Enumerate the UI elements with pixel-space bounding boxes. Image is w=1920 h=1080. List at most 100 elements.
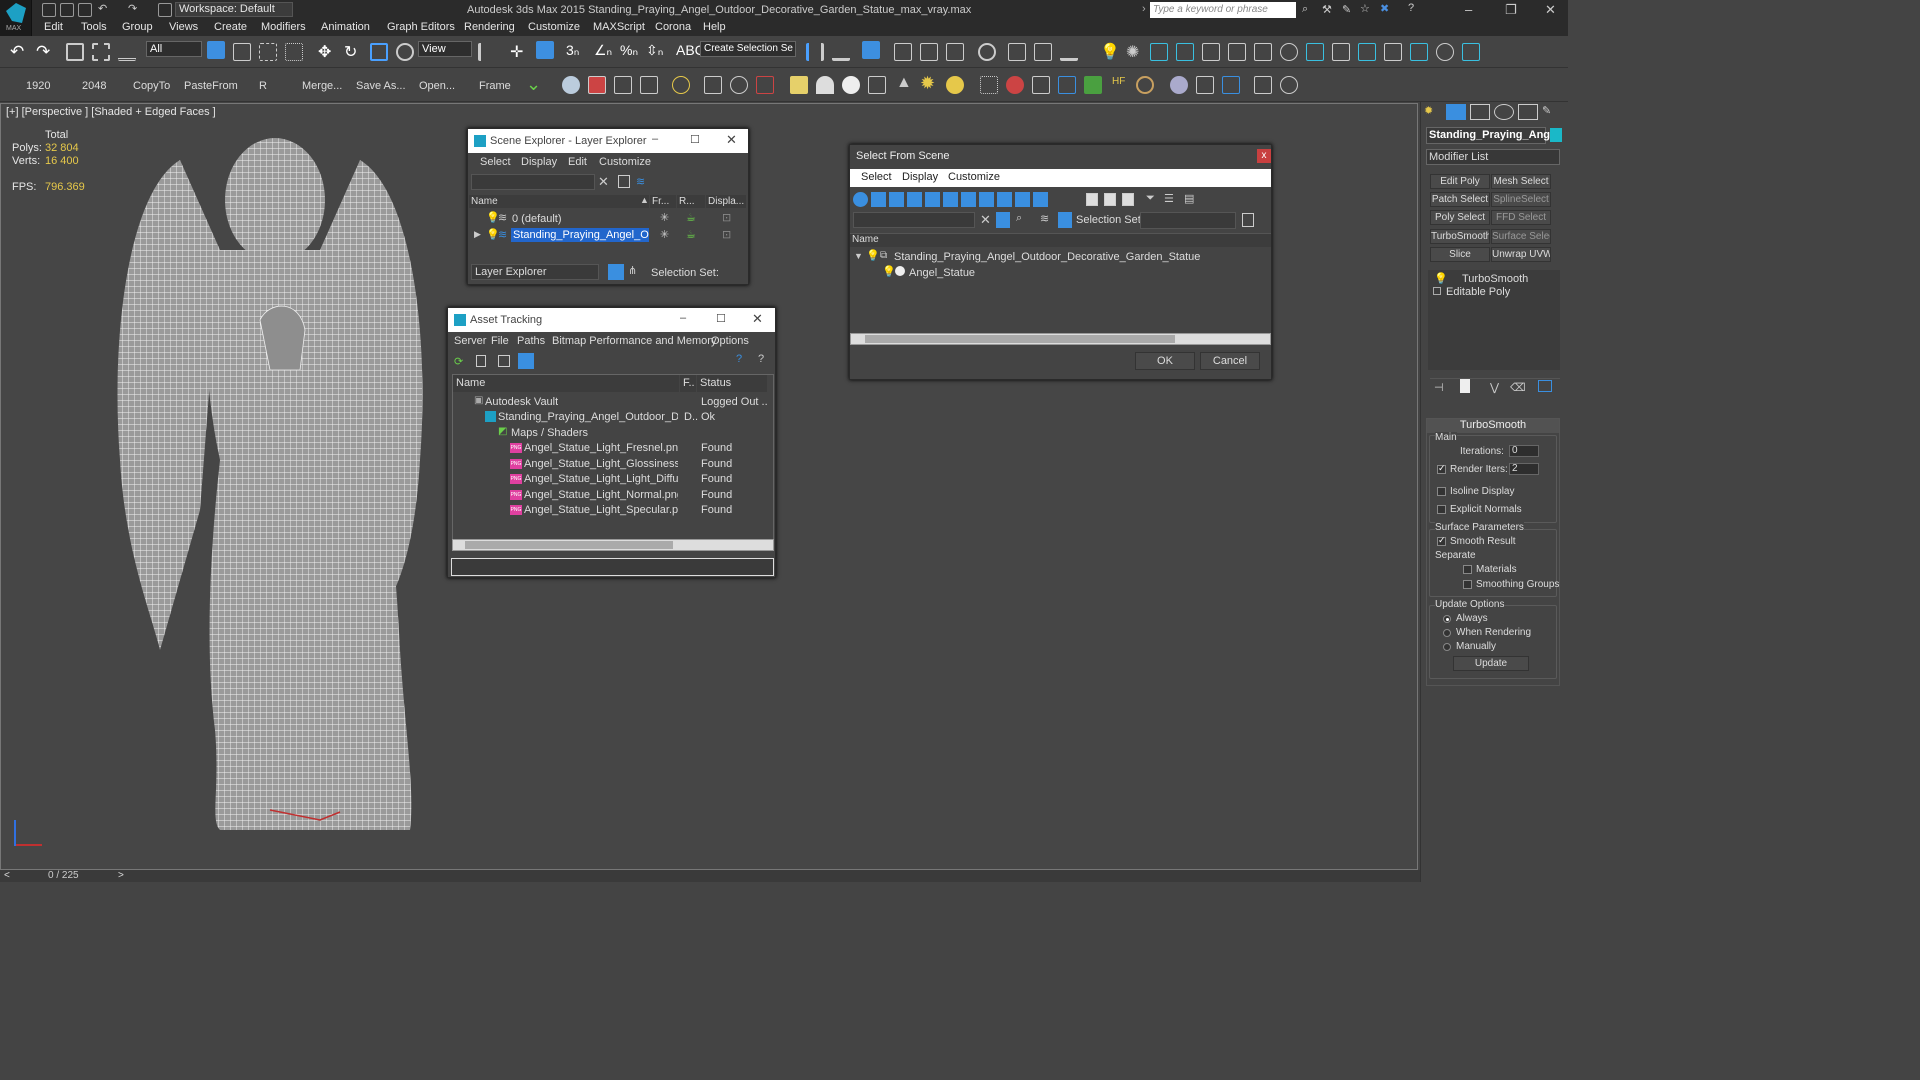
- frame-buffer-icon[interactable]: [1202, 43, 1220, 61]
- timeline-right-arrow[interactable]: >: [118, 870, 124, 881]
- mirror-icon[interactable]: [806, 43, 824, 61]
- fur-icon[interactable]: [1254, 43, 1272, 61]
- at-close-icon[interactable]: ✕: [752, 311, 763, 327]
- sfs-sort-icon[interactable]: ☰: [1164, 192, 1174, 205]
- merge-button[interactable]: Merge...: [302, 80, 342, 92]
- at-row-normal[interactable]: Angel_Statue_Light_Normal.png: [524, 489, 678, 501]
- sfs-row-angel-statue[interactable]: Angel_Statue: [909, 267, 975, 279]
- plane-light-icon[interactable]: [790, 76, 808, 94]
- fan-icon[interactable]: [704, 76, 722, 94]
- dome-light-icon[interactable]: [816, 76, 834, 94]
- expand-plus-icon[interactable]: [1433, 287, 1441, 295]
- new-file-icon[interactable]: [42, 3, 56, 17]
- ok-button[interactable]: OK: [1135, 352, 1195, 370]
- remove-modifier-icon[interactable]: ⌫: [1510, 381, 1526, 394]
- se-menu-customize[interactable]: Customize: [599, 156, 651, 168]
- se-row2-display-icon[interactable]: ⊡: [722, 228, 731, 241]
- iterations-spinner[interactable]: 0: [1509, 445, 1539, 457]
- se-minimize-icon[interactable]: –: [652, 133, 658, 145]
- align-icon[interactable]: [832, 43, 850, 61]
- open-file-icon[interactable]: [60, 3, 74, 17]
- when-rendering-radio[interactable]: [1443, 629, 1451, 637]
- at-maximize-icon[interactable]: ☐: [716, 312, 726, 325]
- viewport-label[interactable]: [+] [Perspective ] [Shaded + Edged Faces…: [6, 106, 216, 118]
- create-tab-icon[interactable]: ✹: [1424, 104, 1444, 120]
- favorites-icon[interactable]: ☆: [1360, 2, 1370, 15]
- displacement-icon[interactable]: [1032, 76, 1050, 94]
- se-menu-select[interactable]: Select: [480, 156, 511, 168]
- material-editor-icon[interactable]: [978, 43, 996, 61]
- always-radio[interactable]: [1443, 615, 1451, 623]
- render-production-icon[interactable]: [1060, 43, 1078, 61]
- app-logo-button[interactable]: MAX: [0, 0, 32, 36]
- export-icon[interactable]: [1254, 76, 1272, 94]
- sfs-scroll-thumb[interactable]: [865, 335, 1175, 343]
- capsule-icon[interactable]: [1006, 76, 1024, 94]
- select-by-name-icon[interactable]: [233, 43, 251, 61]
- sfs-row1-light-icon[interactable]: 💡: [866, 249, 880, 262]
- se-hierarchy-icon[interactable]: ⋔: [628, 264, 637, 277]
- binoculars-icon[interactable]: ⌕: [1302, 3, 1308, 16]
- mesh-select-button[interactable]: Mesh Select: [1491, 174, 1551, 189]
- se-expand-arrow-icon[interactable]: ▶: [474, 229, 481, 240]
- ies-light-icon[interactable]: [946, 76, 964, 94]
- placement-icon[interactable]: [396, 43, 414, 61]
- bind-space-warp-icon[interactable]: [118, 43, 136, 61]
- sfs-select-none-icon[interactable]: [1104, 193, 1116, 206]
- rollout-title[interactable]: TurboSmooth: [1427, 419, 1559, 433]
- patch-select-button[interactable]: Patch Select: [1430, 192, 1490, 207]
- grid-table-icon[interactable]: [640, 76, 658, 94]
- scale-icon[interactable]: [370, 43, 388, 61]
- se-col-freeze[interactable]: Fr...: [650, 195, 676, 208]
- region-render-icon[interactable]: [1410, 43, 1428, 61]
- se-row-default-layer[interactable]: 0 (default): [512, 213, 562, 225]
- curve-editor-icon[interactable]: [920, 43, 938, 61]
- sphere-fade-icon[interactable]: [1280, 43, 1298, 61]
- se-layer-mode-icon[interactable]: [608, 264, 624, 280]
- sfs-search-input[interactable]: [853, 212, 975, 228]
- at-row-vault-name[interactable]: Autodesk Vault: [485, 396, 558, 408]
- help-icon[interactable]: ?: [1408, 2, 1414, 14]
- at-menu-server[interactable]: Server: [454, 335, 486, 347]
- spiral-icon[interactable]: [1136, 76, 1154, 94]
- half-moon-icon[interactable]: [730, 76, 748, 94]
- manually-radio[interactable]: [1443, 643, 1451, 651]
- update-button[interactable]: Update: [1453, 656, 1529, 671]
- hierarchy-tab-icon[interactable]: [1470, 104, 1490, 120]
- timeline-left-arrow[interactable]: <: [4, 870, 10, 881]
- light-mix-icon[interactable]: [1462, 43, 1480, 61]
- at-row-diffuse[interactable]: Angel_Statue_Light_Light_Diffuse....: [524, 473, 678, 485]
- sfs-helpers-filter-icon[interactable]: [925, 192, 940, 207]
- save-file-icon[interactable]: [78, 3, 92, 17]
- render-frame-icon[interactable]: [588, 76, 606, 94]
- window-crossing-icon[interactable]: [285, 43, 303, 61]
- material-slot-icon[interactable]: [1196, 76, 1214, 94]
- se-row2-render-icon[interactable]: ☕: [686, 228, 696, 241]
- object-color-swatch[interactable]: [1550, 128, 1562, 142]
- undo-quick-icon[interactable]: ↶: [98, 2, 107, 15]
- at-minimize-icon[interactable]: –: [680, 312, 686, 324]
- isoline-checkbox[interactable]: [1437, 487, 1446, 496]
- asset-tracking-titlebar[interactable]: Asset Tracking: [448, 308, 775, 332]
- object-name-field[interactable]: Standing_Praying_Angel: [1426, 127, 1559, 144]
- unwrap-uvw-button[interactable]: Unwrap UVW: [1491, 247, 1551, 262]
- at-menu-bitmap[interactable]: Bitmap Performance and Memory: [552, 335, 716, 347]
- gear-node-icon[interactable]: [1058, 76, 1076, 94]
- sfs-layers-icon[interactable]: ≋: [1040, 212, 1049, 225]
- render-elements-icon[interactable]: [1384, 43, 1402, 61]
- sfs-col-name[interactable]: Name: [852, 234, 879, 245]
- at-col-name[interactable]: Name: [453, 375, 679, 392]
- render-iters-checkbox[interactable]: [1437, 463, 1446, 474]
- workspace-dropdown[interactable]: Workspace: Default: [175, 2, 293, 17]
- copyto-button[interactable]: CopyTo: [133, 80, 170, 92]
- explicit-normals-checkbox[interactable]: [1437, 505, 1446, 514]
- at-path-field[interactable]: [451, 558, 774, 576]
- ffd-select-button[interactable]: FFD Select: [1491, 210, 1551, 225]
- select-object-icon[interactable]: [207, 41, 225, 59]
- se-row-angel-layer[interactable]: Standing_Praying_Angel_Outdo...: [513, 229, 649, 241]
- res-1920-button[interactable]: 1920: [26, 80, 50, 92]
- se-sort-arrow-icon[interactable]: ▲: [640, 195, 649, 205]
- create-light-icon[interactable]: 💡: [1100, 42, 1120, 62]
- cancel-button[interactable]: Cancel: [1200, 352, 1260, 370]
- selection-filter-dropdown[interactable]: All: [146, 41, 202, 57]
